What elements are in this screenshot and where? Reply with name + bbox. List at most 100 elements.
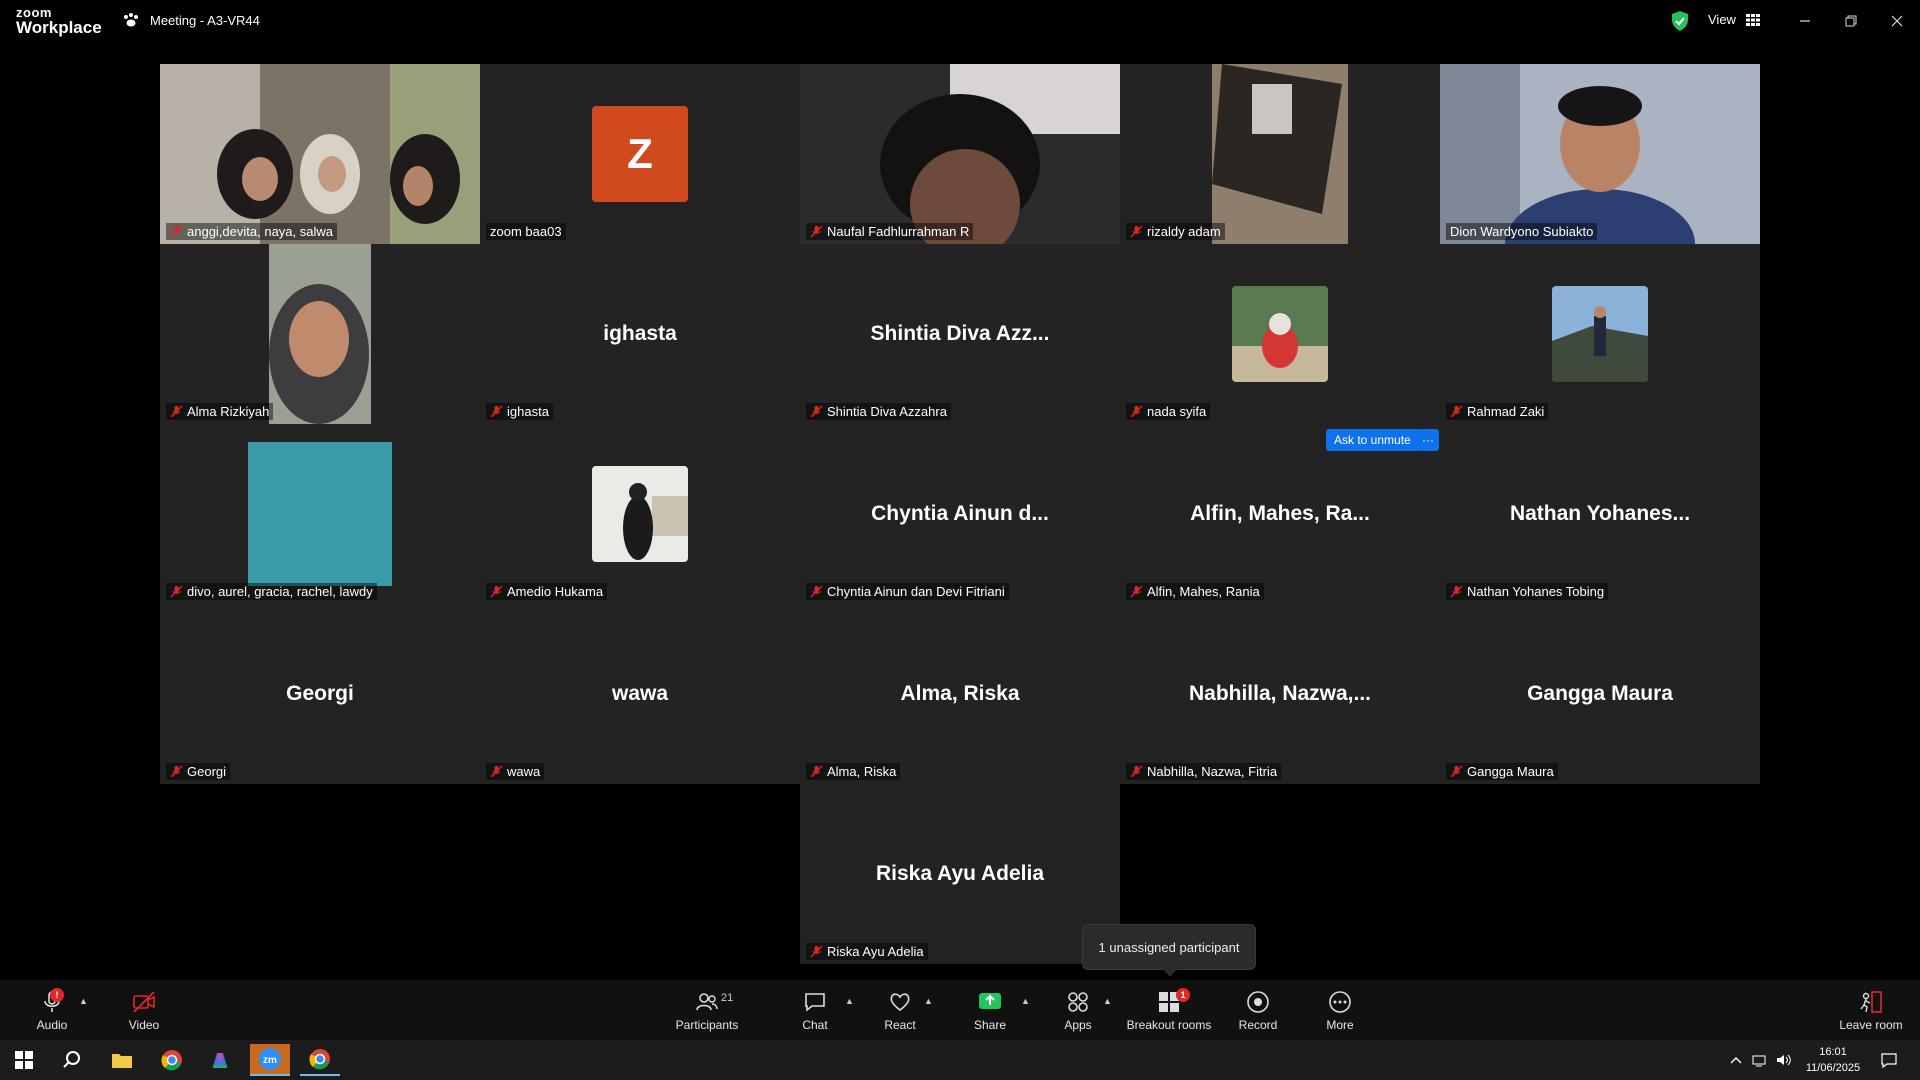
unassigned-participant-tooltip: 1 unassigned participant bbox=[1082, 924, 1256, 977]
ask-to-unmute-button[interactable]: Ask to unmute bbox=[1326, 429, 1419, 451]
chat-options-caret[interactable]: ▲ bbox=[845, 996, 854, 1006]
close-button[interactable] bbox=[1884, 8, 1910, 34]
participant-name-label: Chyntia Ainun dan Devi Fitriani bbox=[806, 583, 1009, 600]
search-button[interactable] bbox=[52, 1044, 92, 1076]
participant-name: Alma Rizkiyah bbox=[187, 404, 270, 419]
breakout-rooms-button[interactable]: Breakout rooms bbox=[1124, 980, 1214, 1040]
meeting-title: Meeting - A3-VR44 bbox=[150, 12, 260, 28]
network-button[interactable] bbox=[1748, 1044, 1772, 1076]
file-explorer-button[interactable] bbox=[102, 1044, 142, 1076]
participant-tile-active-speaker[interactable]: Dion Wardyono Subiakto bbox=[1440, 64, 1760, 244]
participant-tile[interactable]: Amedio Hukama bbox=[480, 424, 800, 604]
audio-options-caret[interactable]: ▲ bbox=[79, 996, 88, 1006]
react-options-caret[interactable]: ▲ bbox=[924, 996, 933, 1006]
participant-name: Nabhilla, Nazwa, Fitria bbox=[1147, 764, 1278, 779]
video-feed bbox=[1212, 64, 1348, 244]
apps-options-caret[interactable]: ▲ bbox=[1103, 996, 1112, 1006]
participant-tile[interactable]: Nathan Yohanes... Nathan Yohanes Tobing bbox=[1440, 424, 1760, 604]
video-button[interactable]: Video bbox=[124, 980, 164, 1040]
video-label: Video bbox=[128, 1017, 160, 1032]
mic-muted-icon bbox=[490, 765, 503, 778]
share-options-caret[interactable]: ▲ bbox=[1021, 996, 1030, 1006]
profile-photo bbox=[1232, 286, 1328, 382]
view-button[interactable]: View bbox=[1708, 12, 1760, 27]
participant-name: divo, aurel, gracia, rachel, lawdy bbox=[187, 584, 373, 599]
participant-tile[interactable]: Naufal Fadhlurrahman R bbox=[800, 64, 1120, 244]
mic-muted-icon bbox=[810, 945, 823, 958]
mic-muted-icon bbox=[810, 225, 823, 238]
participant-name: Chyntia Ainun dan Devi Fitriani bbox=[827, 584, 1005, 599]
participant-name-label: Alma Rizkiyah bbox=[166, 403, 274, 420]
m365-taskbar-button[interactable] bbox=[200, 1044, 240, 1076]
profile-photo bbox=[248, 442, 392, 586]
react-button[interactable]: React bbox=[880, 980, 920, 1040]
microsoft-365-icon bbox=[213, 1053, 227, 1068]
chrome-icon bbox=[161, 1050, 182, 1071]
participant-tile[interactable]: wawa wawa bbox=[480, 604, 800, 784]
search-icon bbox=[63, 1051, 80, 1068]
security-shield-icon[interactable] bbox=[1670, 10, 1690, 32]
participant-display-name: ighasta bbox=[603, 322, 677, 345]
participant-display-name: Alma, Riska bbox=[900, 682, 1020, 705]
participant-tile[interactable]: Alma Rizkiyah bbox=[160, 244, 480, 424]
participant-tile[interactable]: Rahmad Zaki bbox=[1440, 244, 1760, 424]
audio-label: Audio bbox=[36, 1017, 68, 1032]
participant-name-label: rizaldy adam bbox=[1126, 223, 1225, 240]
mic-muted-icon bbox=[1450, 585, 1463, 598]
meeting-info-button[interactable]: Meeting - A3-VR44 bbox=[122, 12, 260, 28]
restore-button[interactable] bbox=[1838, 8, 1864, 34]
participant-name: Alfin, Mahes, Rania bbox=[1147, 584, 1260, 599]
zoom-taskbar-button[interactable]: zm bbox=[250, 1044, 290, 1076]
chat-button[interactable]: Chat bbox=[795, 980, 835, 1040]
participant-tile[interactable]: nada syifa bbox=[1120, 244, 1440, 424]
record-button[interactable]: Record bbox=[1238, 980, 1278, 1040]
participants-count: 21 bbox=[721, 992, 734, 1004]
participant-name-label: Nathan Yohanes Tobing bbox=[1446, 583, 1609, 600]
participant-tile[interactable]: ighasta ighasta bbox=[480, 244, 800, 424]
notifications-button[interactable] bbox=[1874, 1044, 1904, 1076]
network-icon bbox=[1752, 1055, 1766, 1067]
mic-muted-icon bbox=[1130, 405, 1143, 418]
mic-muted-icon bbox=[170, 585, 183, 598]
share-screen-icon bbox=[979, 992, 1001, 1009]
participant-name: Alma, Riska bbox=[827, 764, 897, 779]
participant-tile[interactable]: rizaldy adam bbox=[1120, 64, 1440, 244]
participant-tile[interactable]: Chyntia Ainun d... Chyntia Ainun dan Dev… bbox=[800, 424, 1120, 604]
participant-tile[interactable]: Gangga Maura Gangga Maura bbox=[1440, 604, 1760, 784]
breakout-rooms-label: Breakout rooms bbox=[1126, 1017, 1212, 1032]
mic-muted-icon bbox=[170, 405, 183, 418]
participant-tile[interactable]: Georgi Georgi bbox=[160, 604, 480, 784]
participant-tile[interactable]: Alfin, Mahes, Ra... Alfin, Mahes, Rania bbox=[1120, 424, 1440, 604]
mic-muted-icon bbox=[810, 405, 823, 418]
participant-tile[interactable]: Shintia Diva Azz... Shintia Diva Azzahra bbox=[800, 244, 1120, 424]
svg-text:zm: zm bbox=[263, 1055, 277, 1066]
chrome-profile-taskbar-button[interactable] bbox=[300, 1044, 340, 1076]
share-button[interactable]: Share bbox=[970, 980, 1010, 1040]
participant-name: nada syifa bbox=[1147, 404, 1207, 419]
chrome-taskbar-button[interactable] bbox=[152, 1044, 192, 1076]
participant-tile[interactable]: anggi,devita, naya, salwa bbox=[160, 64, 480, 244]
participant-name-label: divo, aurel, gracia, rachel, lawdy bbox=[166, 583, 377, 600]
participant-tile[interactable]: Alma, Riska Alma, Riska bbox=[800, 604, 1120, 784]
more-button[interactable]: More bbox=[1320, 980, 1360, 1040]
meeting-toolbar: Audio ! ▲ Video Participants 21 Chat ▲ R… bbox=[0, 980, 1920, 1040]
notification-icon bbox=[1881, 1053, 1897, 1068]
participant-more-options-button[interactable]: ··· bbox=[1417, 429, 1439, 451]
leave-room-button[interactable]: Leave room bbox=[1836, 980, 1906, 1040]
show-hidden-icons-button[interactable] bbox=[1726, 1044, 1746, 1076]
volume-button[interactable] bbox=[1772, 1044, 1796, 1076]
participant-tile[interactable]: divo, aurel, gracia, rachel, lawdy bbox=[160, 424, 480, 604]
participant-tile[interactable]: Riska Ayu Adelia Riska Ayu Adelia bbox=[800, 784, 1120, 964]
restore-icon bbox=[1845, 15, 1857, 27]
participant-name: Nathan Yohanes Tobing bbox=[1467, 584, 1605, 599]
leave-room-label: Leave room bbox=[1839, 1017, 1903, 1032]
breakout-rooms-badge: 1 bbox=[1176, 988, 1190, 1002]
minimize-button[interactable] bbox=[1792, 8, 1818, 34]
system-clock[interactable]: 16:01 11/06/2025 bbox=[1798, 1044, 1868, 1076]
participant-tile[interactable]: Z zoom baa03 bbox=[480, 64, 800, 244]
apps-button[interactable]: Apps bbox=[1058, 980, 1098, 1040]
windows-start-button[interactable] bbox=[4, 1044, 44, 1076]
participant-tile[interactable]: Nabhilla, Nazwa,... Nabhilla, Nazwa, Fit… bbox=[1120, 604, 1440, 784]
participants-button[interactable]: Participants bbox=[672, 980, 742, 1040]
apps-icon bbox=[1068, 991, 1088, 1012]
